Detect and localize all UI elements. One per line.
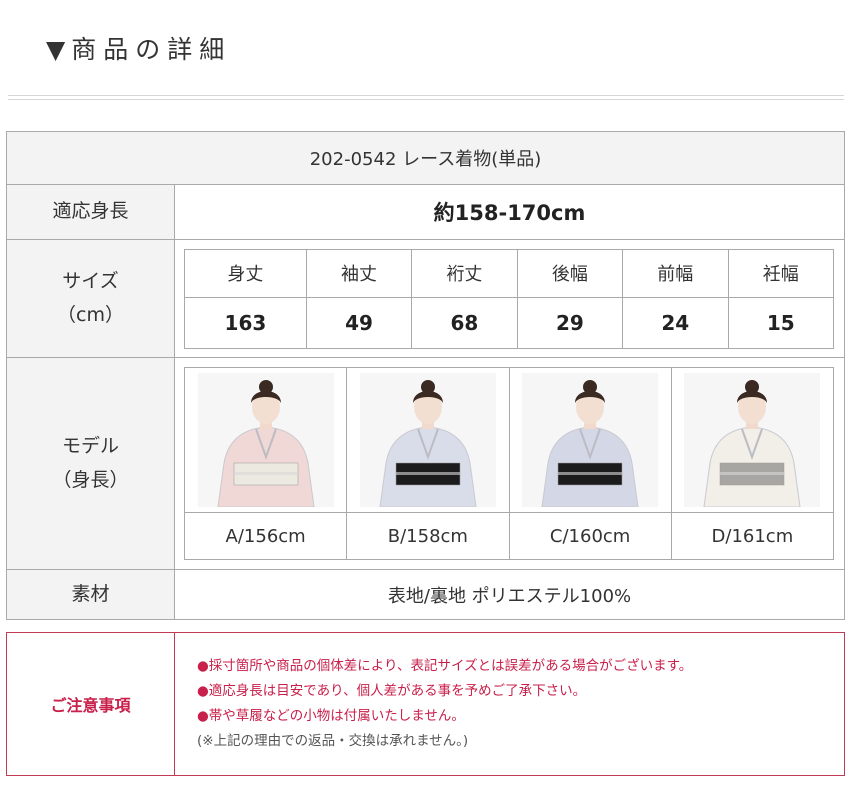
model-caption: D/161cm — [670, 512, 835, 560]
size-value: 15 — [727, 296, 834, 349]
product-title: 202-0542 レース着物(単品) — [6, 131, 845, 185]
model-photo-row — [183, 367, 835, 513]
size-col-header: 裄丈 — [411, 248, 518, 298]
size-value-row: 163 49 68 29 24 15 — [184, 296, 834, 349]
model-cell: A/156cm B/158cm C/160cm D/161cm — [174, 357, 845, 570]
model-label: モデル （身長） — [6, 357, 175, 570]
notice-label: ご注意事項 — [7, 633, 175, 775]
size-col-header: 身丈 — [184, 248, 307, 298]
notice-line: ●適応身長は目安であり、個人差がある事を予めご了承下さい。 — [197, 683, 587, 699]
model-figure-icon — [541, 380, 639, 507]
model-figure-icon — [379, 380, 477, 507]
section-heading-text: 商品の詳細 — [71, 35, 232, 64]
product-spec-table: 202-0542 レース着物(単品) 適応身長 約158-170cm サイズ （… — [6, 131, 845, 620]
divider-line — [8, 99, 844, 100]
size-value: 68 — [411, 296, 518, 349]
model-caption: C/160cm — [508, 512, 672, 560]
model-table: A/156cm B/158cm C/160cm D/161cm — [183, 367, 835, 560]
size-col-header: 後幅 — [516, 248, 624, 298]
fit-height-value: 約158-170cm — [174, 184, 845, 240]
triangle-down-icon: ▼ — [46, 35, 66, 64]
size-value: 49 — [305, 296, 413, 349]
size-header-row: 身丈 袖丈 裄丈 後幅 前幅 衽幅 — [184, 248, 834, 298]
material-value: 表地/裏地 ポリエステル100% — [174, 569, 845, 620]
size-table: 身丈 袖丈 裄丈 後幅 前幅 衽幅 163 49 68 29 24 15 — [184, 248, 834, 349]
fit-height-label: 適応身長 — [6, 184, 175, 240]
size-col-header: 前幅 — [622, 248, 729, 298]
model-label-line2: （身長） — [52, 468, 129, 491]
notice-line: (※上記の理由での返品・交換は承れません。) — [197, 733, 469, 749]
model-label-line1: モデル — [61, 435, 119, 458]
model-photo-cell — [508, 367, 672, 513]
model-caption: B/158cm — [346, 512, 510, 560]
model-photo-a — [197, 373, 334, 507]
model-photo-c — [522, 373, 659, 507]
section-heading: ▼ 商品の詳細 — [46, 30, 231, 66]
size-value: 24 — [622, 296, 729, 349]
notice-line: ●帯や草履などの小物は付属いたしません。 — [197, 708, 465, 724]
size-cell: 身丈 袖丈 裄丈 後幅 前幅 衽幅 163 49 68 29 24 15 — [174, 239, 845, 358]
model-caption: A/156cm — [183, 512, 348, 560]
size-col-header: 衽幅 — [727, 248, 834, 298]
model-photo-d — [684, 373, 821, 507]
model-figure-icon — [217, 380, 315, 507]
notice-content: ●採寸箇所や商品の個体差により、表記サイズとは誤差がある場合がございます。 ●適… — [175, 633, 844, 775]
size-value: 29 — [516, 296, 624, 349]
model-figure-icon — [703, 380, 801, 507]
size-value: 163 — [184, 296, 307, 349]
divider-line — [8, 95, 844, 96]
size-col-header: 袖丈 — [305, 248, 413, 298]
model-photo-cell — [346, 367, 510, 513]
material-label: 素材 — [6, 569, 175, 620]
model-caption-row: A/156cm B/158cm C/160cm D/161cm — [183, 512, 835, 560]
model-photo-cell — [670, 367, 835, 513]
size-label: サイズ （cm） — [6, 239, 175, 358]
model-photo-b — [359, 373, 496, 507]
notice-line: ●採寸箇所や商品の個体差により、表記サイズとは誤差がある場合がございます。 — [197, 658, 693, 674]
size-label-line1: サイズ — [62, 270, 119, 293]
model-photo-cell — [183, 367, 348, 513]
notice-box: ご注意事項 ●採寸箇所や商品の個体差により、表記サイズとは誤差がある場合がござい… — [6, 632, 845, 776]
size-label-line2: （cm） — [57, 303, 124, 326]
